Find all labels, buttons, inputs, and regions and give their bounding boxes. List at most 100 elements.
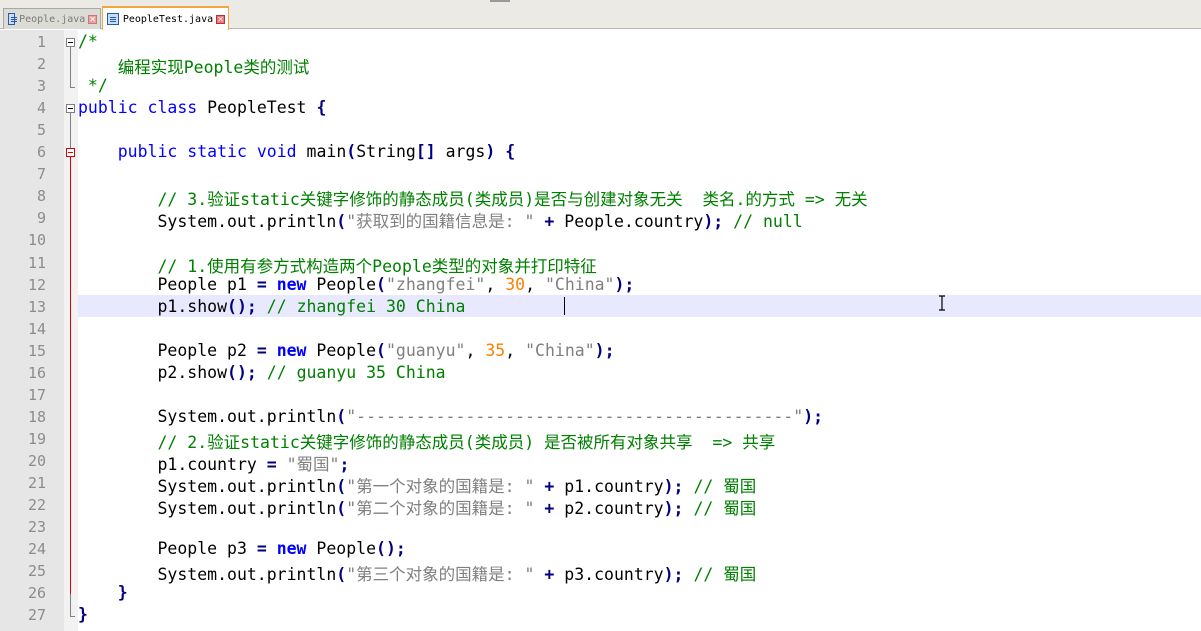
- fold-line: [70, 47, 71, 88]
- code-token: main: [296, 142, 347, 162]
- code-token: 30: [505, 274, 526, 294]
- code-token: ,: [485, 274, 506, 294]
- tab-people-java[interactable]: People.java ✕: [3, 8, 101, 29]
- code-token: );: [594, 340, 615, 360]
- code-token: "第三个对象的国籍是: ": [346, 565, 535, 585]
- code-line: // 1.使用有参方式构造两个People类型的对象并打印特征: [78, 253, 597, 277]
- code-token: );: [614, 274, 635, 294]
- code-line: // 2.验证static关键字修饰的静态成员(类成员) 是否被所有对象共享 =…: [78, 429, 775, 453]
- code-token: =: [266, 454, 277, 474]
- close-icon[interactable]: ✕: [216, 14, 225, 24]
- code-token: (: [336, 499, 347, 519]
- code-token: "China": [544, 274, 615, 294]
- code-token: new: [276, 340, 307, 360]
- code-line: */: [78, 76, 108, 95]
- code-token: System.out.println: [78, 565, 337, 585]
- code-line: System.out.println("第二个对象的国籍是: " + p2.co…: [78, 495, 756, 519]
- code-token: System.out.println: [78, 212, 337, 232]
- line-number: 14: [27, 319, 46, 338]
- code-token: People p2: [78, 340, 257, 360]
- code-line: }: [78, 583, 128, 602]
- code-token: "China": [525, 340, 595, 360]
- code-line: p2.show(); // guanyu 35 China: [78, 363, 445, 382]
- line-number: 17: [27, 385, 46, 404]
- code-token: System.out.println: [78, 477, 337, 496]
- fold-toggle[interactable]: [66, 38, 75, 47]
- code-token: People p1: [78, 274, 257, 294]
- code-line: }: [78, 605, 88, 624]
- code-token: }: [78, 605, 88, 625]
- line-number: 13: [27, 297, 46, 316]
- code-token: +: [544, 212, 555, 232]
- code-token: p1.show: [78, 296, 228, 316]
- code-token: p1.country: [554, 477, 664, 496]
- line-number: 22: [27, 496, 46, 515]
- code-token: +: [544, 565, 555, 585]
- code-token: "第二个对象的国籍是: ": [346, 499, 535, 519]
- code-token: (: [336, 565, 347, 585]
- code-line: p1.show(); // zhangfei 30 China: [78, 297, 465, 316]
- line-number: 16: [27, 363, 46, 382]
- code-token: // zhangfei 30 China: [266, 296, 466, 316]
- code-line: System.out.println("第三个对象的国籍是: " + p3.co…: [78, 561, 756, 585]
- file-icon: [8, 13, 18, 25]
- code-token: "第一个对象的国籍是: ": [346, 477, 535, 496]
- code-line: p1.country = "蜀国";: [78, 451, 349, 475]
- close-icon[interactable]: ✕: [88, 14, 97, 24]
- code-token: // 2.验证static关键字修饰的静态成员(类成员) 是否被所有对象共享 =…: [157, 432, 776, 452]
- code-token: static: [187, 142, 247, 162]
- line-number: 11: [27, 253, 46, 272]
- line-number: 8: [36, 187, 46, 206]
- code-token: People: [306, 539, 377, 559]
- code-token: ): [485, 142, 496, 162]
- code-token: p1.country: [78, 454, 267, 474]
- code-token: 35: [485, 340, 506, 360]
- file-icon: [107, 13, 119, 25]
- code-token: "---------------------------------------…: [346, 406, 804, 426]
- code-token: // 蜀国: [693, 565, 757, 585]
- code-line: System.out.println("第一个对象的国籍是: " + p1.co…: [78, 473, 756, 497]
- line-number: 9: [36, 209, 46, 228]
- line-number: 5: [36, 121, 46, 140]
- tab-bar: People.java ✕ PeopleTest.java ✕: [0, 0, 1201, 30]
- fold-toggle[interactable]: [66, 148, 75, 158]
- line-number: 12: [27, 275, 46, 294]
- fold-line-end: [70, 87, 75, 89]
- code-line: People p3 = new People();: [78, 539, 405, 559]
- fold-margin: [64, 30, 78, 631]
- code-token: (: [336, 406, 347, 426]
- line-number: 19: [27, 429, 46, 448]
- code-token: );: [663, 499, 684, 519]
- code-token: (: [346, 142, 357, 162]
- code-token: "蜀国": [286, 454, 340, 474]
- code-token: People: [306, 274, 377, 294]
- fold-line-end: [70, 616, 75, 618]
- line-number: 27: [27, 606, 46, 625]
- ibeam-cursor-icon: [939, 295, 945, 311]
- code-token: People.country: [554, 212, 704, 232]
- tab-peopletest-java[interactable]: PeopleTest.java ✕: [102, 6, 229, 30]
- code-line: // 3.验证static关键字修饰的静态成员(类成员)是否与创建对象无关 类名…: [78, 186, 867, 210]
- code-token: new: [276, 274, 307, 294]
- line-number: 1: [36, 33, 46, 51]
- fold-toggle[interactable]: [66, 104, 75, 114]
- line-number: 15: [27, 341, 46, 360]
- code-line: public static void main(String[] args) {: [78, 142, 515, 161]
- line-number: 20: [27, 451, 46, 470]
- code-token: (: [336, 212, 347, 232]
- code-token: (: [376, 340, 386, 360]
- code-token: // 1.使用有参方式构造两个People类型的对象并打印特征: [157, 256, 597, 276]
- code-token: p2.country: [554, 499, 664, 519]
- line-number: 23: [27, 518, 46, 537]
